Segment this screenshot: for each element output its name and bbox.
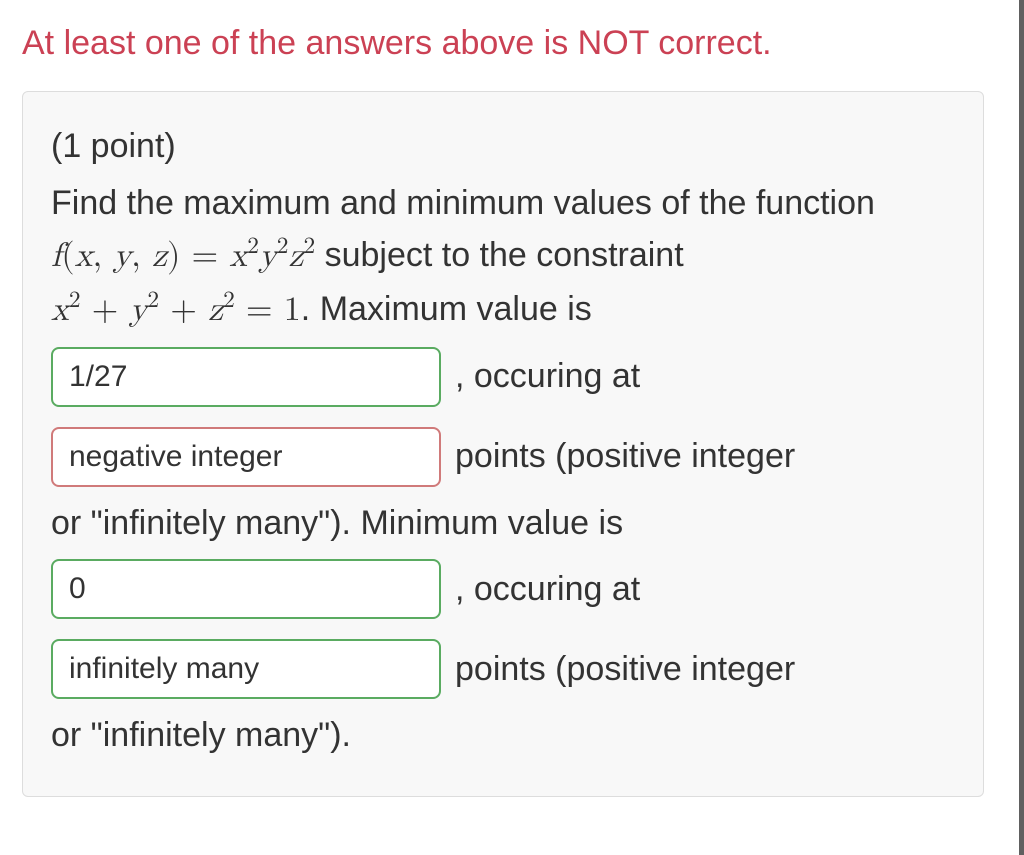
points-hint-1: points (positive integer xyxy=(455,437,795,476)
prompt-constraint-line: x2 + y2 + z2 = 1. Maximum value is xyxy=(51,283,955,337)
occuring-at-1: , occuring at xyxy=(455,357,640,396)
answer-row-max-points: negative integer points (positive intege… xyxy=(51,417,955,497)
prompt-function-line: f(x, y, z) = x2y2z2 subject to the const… xyxy=(51,229,955,283)
math-constraint: x2 + y2 + z2 = 1 xyxy=(51,293,301,327)
input-min-points[interactable]: infinitely many xyxy=(51,639,441,699)
input-min-value[interactable]: 0 xyxy=(51,559,441,619)
math-f-lhs: f(x, y, z) = xyxy=(51,239,229,273)
points-hint-2: points (positive integer xyxy=(455,650,795,689)
subject-to-text: subject to the constraint xyxy=(315,236,684,274)
input-max-points[interactable]: negative integer xyxy=(51,427,441,487)
answer-row-min-value: 0 , occuring at xyxy=(51,549,955,629)
points-label: (1 point) xyxy=(51,120,955,173)
problem-card: (1 point) Find the maximum and minimum v… xyxy=(22,91,984,797)
or-inf-many-end: or "infinitely many"). xyxy=(51,709,955,762)
page: At least one of the answers above is NOT… xyxy=(0,0,1024,855)
occuring-at-2: , occuring at xyxy=(455,570,640,609)
math-f-rhs: x2y2z2 xyxy=(229,239,315,273)
answer-row-max-value: 1/27 , occuring at xyxy=(51,337,955,417)
answer-row-min-points: infinitely many points (positive integer xyxy=(51,629,955,709)
max-value-label: . Maximum value is xyxy=(301,290,592,328)
error-banner: At least one of the answers above is NOT… xyxy=(22,24,1001,63)
or-inf-many-mid: or "infinitely many"). Minimum value is xyxy=(51,497,955,550)
prompt-line-1: Find the maximum and minimum values of t… xyxy=(51,177,955,230)
input-max-value[interactable]: 1/27 xyxy=(51,347,441,407)
